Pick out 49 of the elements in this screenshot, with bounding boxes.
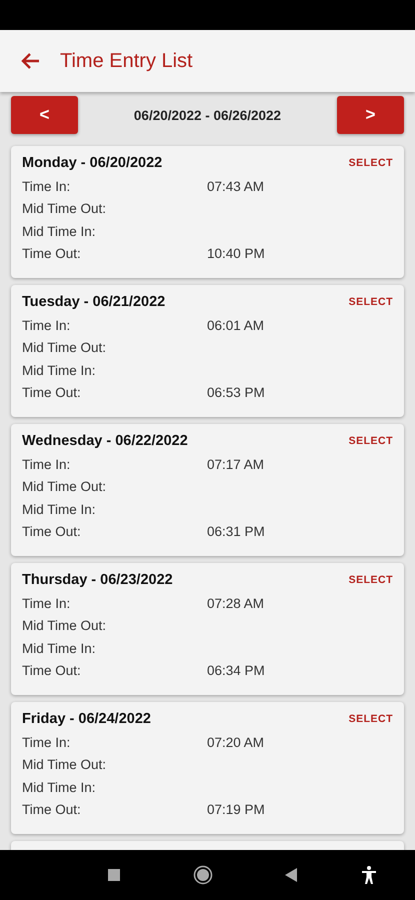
time-value: 10:40 PM <box>207 246 265 262</box>
field-label: Time Out: <box>22 246 82 262</box>
field-label: Time Out: <box>22 385 82 400</box>
field-label: Time Out: <box>22 663 82 678</box>
day-title: Wednesday - 06/22/2022 <box>22 433 188 449</box>
back-icon[interactable] <box>284 868 298 882</box>
recents-icon[interactable] <box>107 868 121 882</box>
field-label: Time In: <box>22 734 72 750</box>
day-title: Tuesday - 06/21/2022 <box>22 294 166 310</box>
day-title: Thursday - 06/23/2022 <box>22 572 173 588</box>
field-label: Mid Time In: <box>22 780 97 795</box>
field-label: Time In: <box>22 178 72 194</box>
field-label: Mid Time In: <box>22 362 97 378</box>
time-value: 07:20 AM <box>207 734 264 750</box>
field-label: Mid Time In: <box>22 502 97 517</box>
time-value: 07:28 AM <box>207 596 264 611</box>
time-value: 06:53 PM <box>207 385 265 400</box>
field-label: Time In: <box>22 456 72 472</box>
time-value: 07:19 PM <box>207 802 265 818</box>
field-label: Mid Time Out: <box>22 340 108 356</box>
select-link[interactable]: SELECT <box>348 713 393 725</box>
time-value: 06:31 PM <box>207 524 265 540</box>
select-link[interactable]: SELECT <box>348 435 393 447</box>
screen-title: Time Entry List <box>60 50 193 72</box>
field-label: Time In: <box>22 318 72 333</box>
field-label: Mid Time Out: <box>22 757 108 772</box>
field-label: Mid Time Out: <box>22 618 108 634</box>
field-label: Mid Time Out: <box>22 201 108 216</box>
back-arrow-icon[interactable] <box>20 52 40 70</box>
day-title: Friday - 06/24/2022 <box>22 711 151 727</box>
time-value: 06:34 PM <box>207 663 265 678</box>
field-label: Time Out: <box>22 524 82 540</box>
home-icon[interactable] <box>193 865 213 885</box>
field-label: Mid Time In: <box>22 224 97 239</box>
field-label: Mid Time In: <box>22 640 97 656</box>
previous-week-button[interactable]: < <box>11 96 78 134</box>
field-label: Time In: <box>22 596 72 611</box>
accessibility-icon[interactable] <box>361 866 377 884</box>
time-value: 06:01 AM <box>207 318 264 333</box>
select-link[interactable]: SELECT <box>348 574 393 586</box>
next-week-button[interactable]: > <box>336 96 404 134</box>
day-title: Monday - 06/20/2022 <box>22 155 162 171</box>
field-label: Mid Time Out: <box>22 479 108 494</box>
date-range: 06/20/2022 - 06/26/2022 <box>134 108 282 122</box>
select-link[interactable]: SELECT <box>348 296 393 308</box>
time-value: 07:17 AM <box>207 456 264 472</box>
select-link[interactable]: SELECT <box>348 157 393 169</box>
field-label: Time Out: <box>22 802 82 818</box>
time-value: 07:43 AM <box>207 178 264 194</box>
